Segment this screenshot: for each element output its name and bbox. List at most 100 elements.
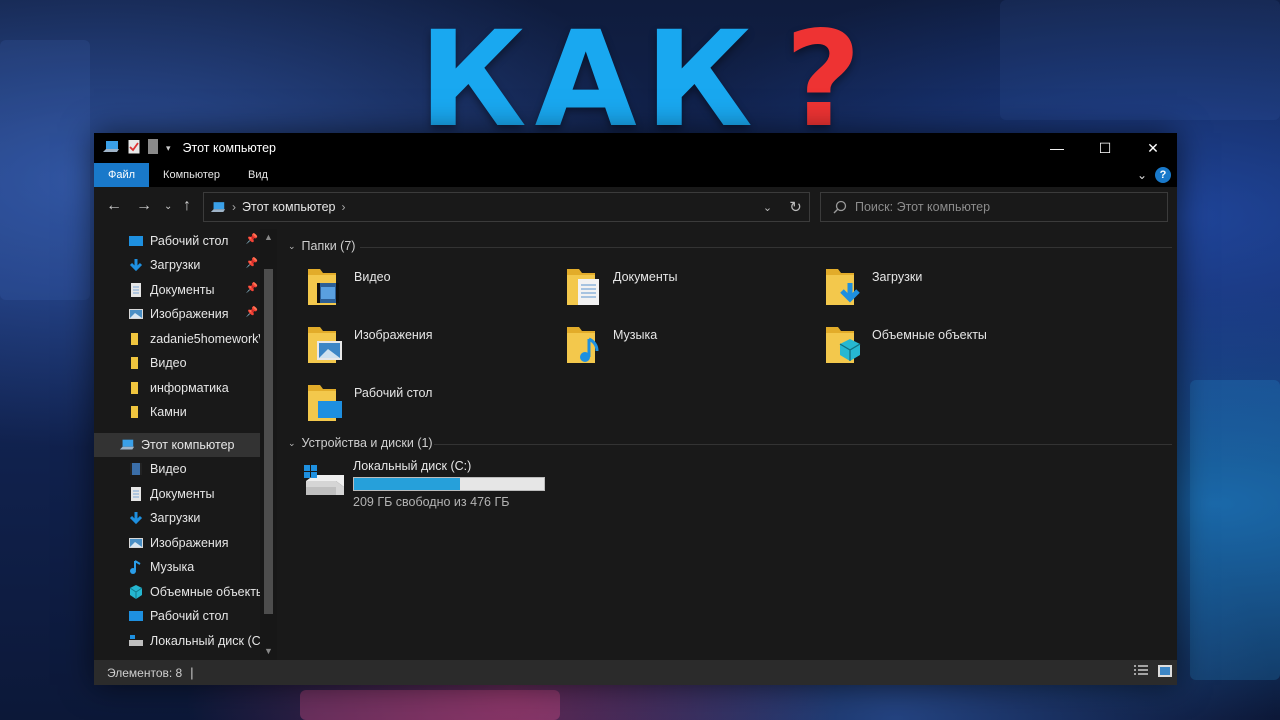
window-controls: — ☐ ✕ [1033, 133, 1177, 163]
details-view-icon[interactable] [1133, 664, 1149, 681]
pin-icon[interactable]: 📌 [246, 234, 258, 245]
desktop-folder-icon [306, 381, 346, 424]
sidebar-item-label: Музыка [150, 560, 195, 574]
item-count: Элементов: 8 [107, 665, 183, 680]
minimize-button[interactable]: — [1033, 133, 1081, 163]
pin-icon[interactable]: 📌 [246, 283, 258, 294]
sidebar-item-label: информатика [150, 381, 229, 395]
pin-icon[interactable]: 📌 [246, 258, 258, 269]
folder-icon [128, 381, 144, 395]
tab-file[interactable]: Файл [94, 163, 150, 187]
sidebar-item-pc-pictures[interactable]: Изображения [94, 531, 260, 555]
music-folder-icon [565, 323, 605, 366]
maximize-button[interactable]: ☐ [1081, 133, 1129, 163]
video-icon [128, 462, 144, 476]
sidebar-item-video-folder[interactable]: Видео [94, 351, 260, 375]
refresh-icon[interactable]: ↻ [781, 192, 810, 222]
folder-label: Документы [613, 270, 678, 284]
expand-ribbon-icon[interactable]: ⌄ [1137, 168, 1147, 182]
properties-icon[interactable] [128, 139, 140, 157]
scroll-down-icon[interactable]: ▼ [260, 643, 277, 659]
sidebar-item-documents[interactable]: Документы 📌 [94, 278, 260, 302]
up-arrow-icon[interactable]: ↑ [183, 197, 191, 215]
folder-label: Музыка [613, 328, 658, 342]
folder-icon [128, 356, 144, 370]
drive-label[interactable]: Локальный диск (C:) [353, 459, 471, 473]
sidebar-item-label: Камни [150, 405, 187, 419]
folder-label: Рабочий стол [354, 386, 433, 400]
sidebar-item-pc-video[interactable]: Видео [94, 457, 260, 481]
ribbon-tabs: Файл Компьютер Вид ⌄ ? [94, 163, 1177, 187]
sidebar-item-pc-3d-objects[interactable]: Объемные объекты [94, 580, 260, 604]
sidebar-item-informatika[interactable]: информатика [94, 376, 260, 400]
download-icon [128, 258, 144, 272]
help-icon[interactable]: ? [1155, 167, 1171, 183]
folder-documents[interactable]: Документы [565, 265, 677, 308]
close-button[interactable]: ✕ [1129, 133, 1177, 163]
sidebar-item-kamni[interactable]: Камни [94, 400, 260, 424]
headline-word: КАК [418, 3, 761, 157]
sidebar-item-label: Загрузки [150, 258, 201, 272]
navigation-pane: Рабочий стол 📌 Загрузки 📌 Документы 📌 Из… [94, 229, 277, 660]
sidebar-item-label: Видео [150, 356, 187, 370]
address-path[interactable]: Этот компьютер [242, 200, 335, 214]
3d-objects-folder-icon [824, 323, 864, 366]
ribbon-right-controls: ⌄ ? [1137, 167, 1171, 183]
sidebar-item-pc-desktop[interactable]: Рабочий стол [94, 604, 260, 628]
folder-downloads[interactable]: Загрузки [824, 265, 922, 308]
sidebar-item-pc-music[interactable]: Музыка [94, 555, 260, 579]
folder-video[interactable]: Видео [306, 265, 391, 308]
sidebar-item-pc-downloads[interactable]: Загрузки [94, 506, 260, 530]
sidebar-item-pc-documents[interactable]: Документы [94, 482, 260, 506]
tab-computer[interactable]: Компьютер [149, 163, 234, 187]
sidebar-item-downloads[interactable]: Загрузки 📌 [94, 253, 260, 277]
sidebar-item-desktop[interactable]: Рабочий стол 📌 [94, 229, 260, 253]
large-icons-view-icon[interactable] [1157, 664, 1173, 681]
devices-section-header[interactable]: ⌄ Устройства и диски (1) [288, 436, 433, 450]
folder-pictures[interactable]: Изображения [306, 323, 433, 366]
devices-header-label: Устройства и диски (1) [301, 436, 433, 450]
folders-section-header[interactable]: ⌄ Папки (7) [288, 239, 355, 253]
address-history-dropdown-icon[interactable]: ⌄ [754, 192, 781, 222]
sidebar-item-zadanie[interactable]: zadanie5homeworkW [94, 327, 260, 351]
scrollbar-thumb[interactable] [264, 269, 273, 614]
sidebar-scrollbar[interactable]: ▲ ▼ [260, 229, 277, 660]
headline-question-mark: ? [784, 3, 862, 157]
recent-locations-icon[interactable]: ⌄ [164, 201, 172, 212]
sidebar-item-label: Документы [150, 487, 215, 501]
navigation-bar: ← → ⌄ ↑ › Этот компьютер › ⌄ ↻ Поиск: Эт… [94, 187, 1177, 227]
sidebar-item-label: Рабочий стол [150, 609, 229, 623]
collapse-chevron-icon[interactable]: ⌄ [288, 241, 296, 252]
folder-music[interactable]: Музыка [565, 323, 657, 366]
pin-icon[interactable]: 📌 [246, 307, 258, 318]
address-bar[interactable]: › Этот компьютер › [203, 192, 810, 222]
sidebar-item-label: Изображения [150, 536, 229, 550]
tab-view[interactable]: Вид [234, 163, 282, 187]
chevron-right-icon[interactable]: › [341, 200, 345, 214]
forward-arrow-icon[interactable]: → [136, 197, 152, 215]
section-divider [360, 247, 1172, 248]
sidebar-item-this-pc[interactable]: Этот компьютер [94, 433, 260, 457]
scroll-up-icon[interactable]: ▲ [260, 229, 277, 245]
drive-usage-bar [353, 477, 545, 491]
folder-3d-objects[interactable]: Объемные объекты [824, 323, 987, 366]
file-explorer-window: ▾ Этот компьютер — ☐ ✕ Файл Компьютер Ви… [94, 133, 1177, 685]
sidebar-item-label: Документы [150, 283, 215, 297]
new-folder-icon[interactable] [148, 139, 158, 157]
view-toggle [1133, 664, 1173, 681]
back-arrow-icon[interactable]: ← [106, 197, 122, 215]
customize-dropdown-icon[interactable]: ▾ [166, 143, 171, 154]
search-input[interactable]: Поиск: Этот компьютер [820, 192, 1168, 222]
video-folder-icon [306, 265, 346, 308]
sidebar-item-pc-local-disk[interactable]: Локальный диск (C:) [94, 629, 260, 653]
sidebar-item-label: Изображения [150, 307, 229, 321]
collapse-chevron-icon[interactable]: ⌄ [288, 438, 296, 449]
download-icon [128, 511, 144, 525]
downloads-folder-icon [824, 265, 864, 308]
document-icon [128, 283, 144, 297]
folder-desktop[interactable]: Рабочий стол [306, 381, 432, 424]
local-disk-c[interactable] [302, 461, 346, 504]
sidebar-item-pictures[interactable]: Изображения 📌 [94, 302, 260, 326]
chevron-right-icon[interactable]: › [232, 200, 236, 214]
sidebar-item-label: Видео [150, 462, 187, 476]
